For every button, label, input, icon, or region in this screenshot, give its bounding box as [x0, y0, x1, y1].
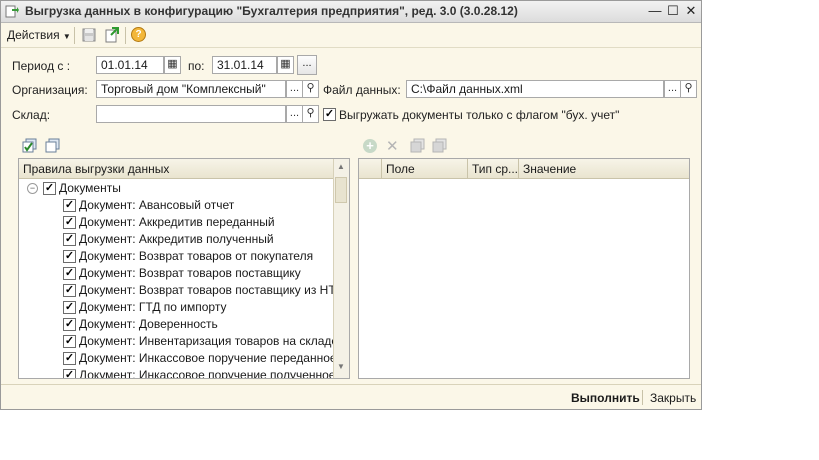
help-icon[interactable]: ?	[131, 27, 146, 42]
search-icon[interactable]: ⚲	[302, 105, 319, 123]
caret-down-icon: ▼	[62, 32, 71, 41]
search-icon[interactable]: ⚲	[302, 80, 319, 98]
tree-root-checkbox[interactable]: ✓	[43, 182, 56, 195]
window-title: Выгрузка данных в конфигурацию "Бухгалте…	[25, 4, 518, 18]
tree-item-label: Документ: Возврат товаров от покупателя	[79, 249, 314, 263]
rules-tree-header: Правила выгрузки данных	[19, 159, 333, 179]
rules-tree-body: − ✓ Документы ✓ Документ: Авансовый отчет…	[19, 179, 333, 378]
tree-item-label: Документ: Возврат товаров поставщику	[79, 266, 301, 280]
close-button[interactable]: Закрыть	[650, 391, 696, 405]
tree-item-label: Документ: Доверенность	[79, 317, 218, 331]
period-from-input[interactable]: 01.01.14	[96, 56, 164, 74]
command-bar: Выполнить Закрыть	[1, 384, 701, 410]
check-all-icon[interactable]	[22, 138, 38, 154]
organization-input[interactable]: Торговый дом "Комплексный"	[96, 80, 286, 98]
tree-item-label: Документ: Аккредитив переданный	[79, 215, 275, 229]
params-row-marker-header	[359, 159, 381, 179]
scroll-down-icon[interactable]: ▼	[337, 362, 345, 371]
title-bar: Выгрузка данных в конфигурацию "Бухгалте…	[1, 1, 701, 23]
tree-item-checkbox[interactable]: ✓	[63, 335, 76, 348]
execute-button[interactable]: Выполнить	[571, 391, 640, 405]
export-flag-checkbox[interactable]: ✓	[323, 108, 336, 121]
warehouse-select-button[interactable]: ...	[286, 105, 303, 123]
tree-item-checkbox[interactable]: ✓	[63, 352, 76, 365]
add-icon[interactable]: +	[363, 139, 377, 153]
organization-label: Организация:	[12, 83, 88, 97]
tree-item-label: Документ: Аккредитив полученный	[79, 232, 274, 246]
column-header-type[interactable]: Тип ср...	[467, 159, 518, 179]
copy-icon[interactable]	[410, 138, 426, 154]
organization-select-button[interactable]: ...	[286, 80, 303, 98]
restore-settings-icon[interactable]	[103, 26, 121, 44]
data-file-select-button[interactable]: ...	[664, 80, 681, 98]
tree-item-checkbox[interactable]: ✓	[63, 216, 76, 229]
period-to-input[interactable]: 31.01.14	[212, 56, 277, 74]
column-header-field[interactable]: Поле	[381, 159, 467, 179]
calendar-icon[interactable]: ▦	[277, 56, 294, 74]
warehouse-label: Склад:	[12, 108, 51, 122]
scroll-up-icon[interactable]: ▲	[337, 162, 345, 171]
tree-item-checkbox[interactable]: ✓	[63, 233, 76, 246]
data-file-input[interactable]: C:\Файл данных.xml	[406, 80, 664, 98]
save-settings-icon[interactable]	[80, 26, 98, 44]
maximize-button[interactable]: ☐	[664, 3, 682, 19]
tree-item-label: Документ: Возврат товаров поставщику из …	[79, 283, 333, 297]
tree-item-checkbox[interactable]: ✓	[63, 199, 76, 212]
tree-item-checkbox[interactable]: ✓	[63, 318, 76, 331]
actions-menu-button[interactable]: Действия ▼	[7, 28, 71, 42]
period-select-button[interactable]: ...	[297, 55, 317, 75]
actions-label: Действия	[7, 28, 60, 42]
tree-item-checkbox[interactable]: ✓	[63, 267, 76, 280]
warehouse-input[interactable]	[96, 105, 286, 123]
toolbar: Действия ▼ ?	[1, 23, 701, 48]
command-divider	[642, 390, 643, 405]
tree-item-label: Документ: Инкассовое поручение переданно…	[79, 351, 333, 365]
app-icon	[5, 5, 19, 18]
tree-item-label: Документ: ГТД по импорту	[79, 300, 227, 314]
tree-item-label: Документ: Инкассовое поручение полученно…	[79, 368, 333, 378]
rules-tree-panel: Правила выгрузки данных ▲ ▼ − ✓ Документ…	[18, 158, 350, 379]
tree-item-checkbox[interactable]: ✓	[63, 284, 76, 297]
tree-root-label: Документы	[59, 181, 121, 195]
tree-item-label: Документ: Авансовый отчет	[79, 198, 235, 212]
uncheck-all-icon[interactable]	[45, 138, 61, 154]
search-icon[interactable]: ⚲	[680, 80, 697, 98]
scroll-thumb[interactable]	[335, 177, 347, 203]
export-window: Выгрузка данных в конфигурацию "Бухгалте…	[0, 0, 702, 410]
close-window-button[interactable]: ✕	[682, 3, 700, 19]
rules-tree-scrollbar[interactable]: ▲ ▼	[333, 159, 349, 378]
toolbar-divider	[125, 27, 126, 44]
export-flag-label: Выгружать документы только с флагом "бух…	[339, 108, 620, 122]
tree-item-label: Документ: Инвентаризация товаров на скла…	[79, 334, 333, 348]
period-to-label-text: по:	[188, 59, 205, 73]
period-from-label: Период с :	[12, 59, 71, 73]
delete-icon[interactable]: ✕	[386, 137, 399, 155]
data-file-label: Файл данных:	[323, 83, 401, 97]
minimize-button[interactable]: —	[646, 3, 664, 19]
tree-item-checkbox[interactable]: ✓	[63, 301, 76, 314]
collapse-icon[interactable]: −	[27, 183, 38, 194]
tree-item-checkbox[interactable]: ✓	[63, 369, 76, 378]
params-table-panel: Поле Тип ср... Значение	[358, 158, 690, 379]
toolbar-divider	[74, 27, 75, 44]
tree-item-checkbox[interactable]: ✓	[63, 250, 76, 263]
calendar-icon[interactable]: ▦	[164, 56, 181, 74]
paste-icon[interactable]	[432, 138, 448, 154]
column-header-value[interactable]: Значение	[518, 159, 689, 179]
